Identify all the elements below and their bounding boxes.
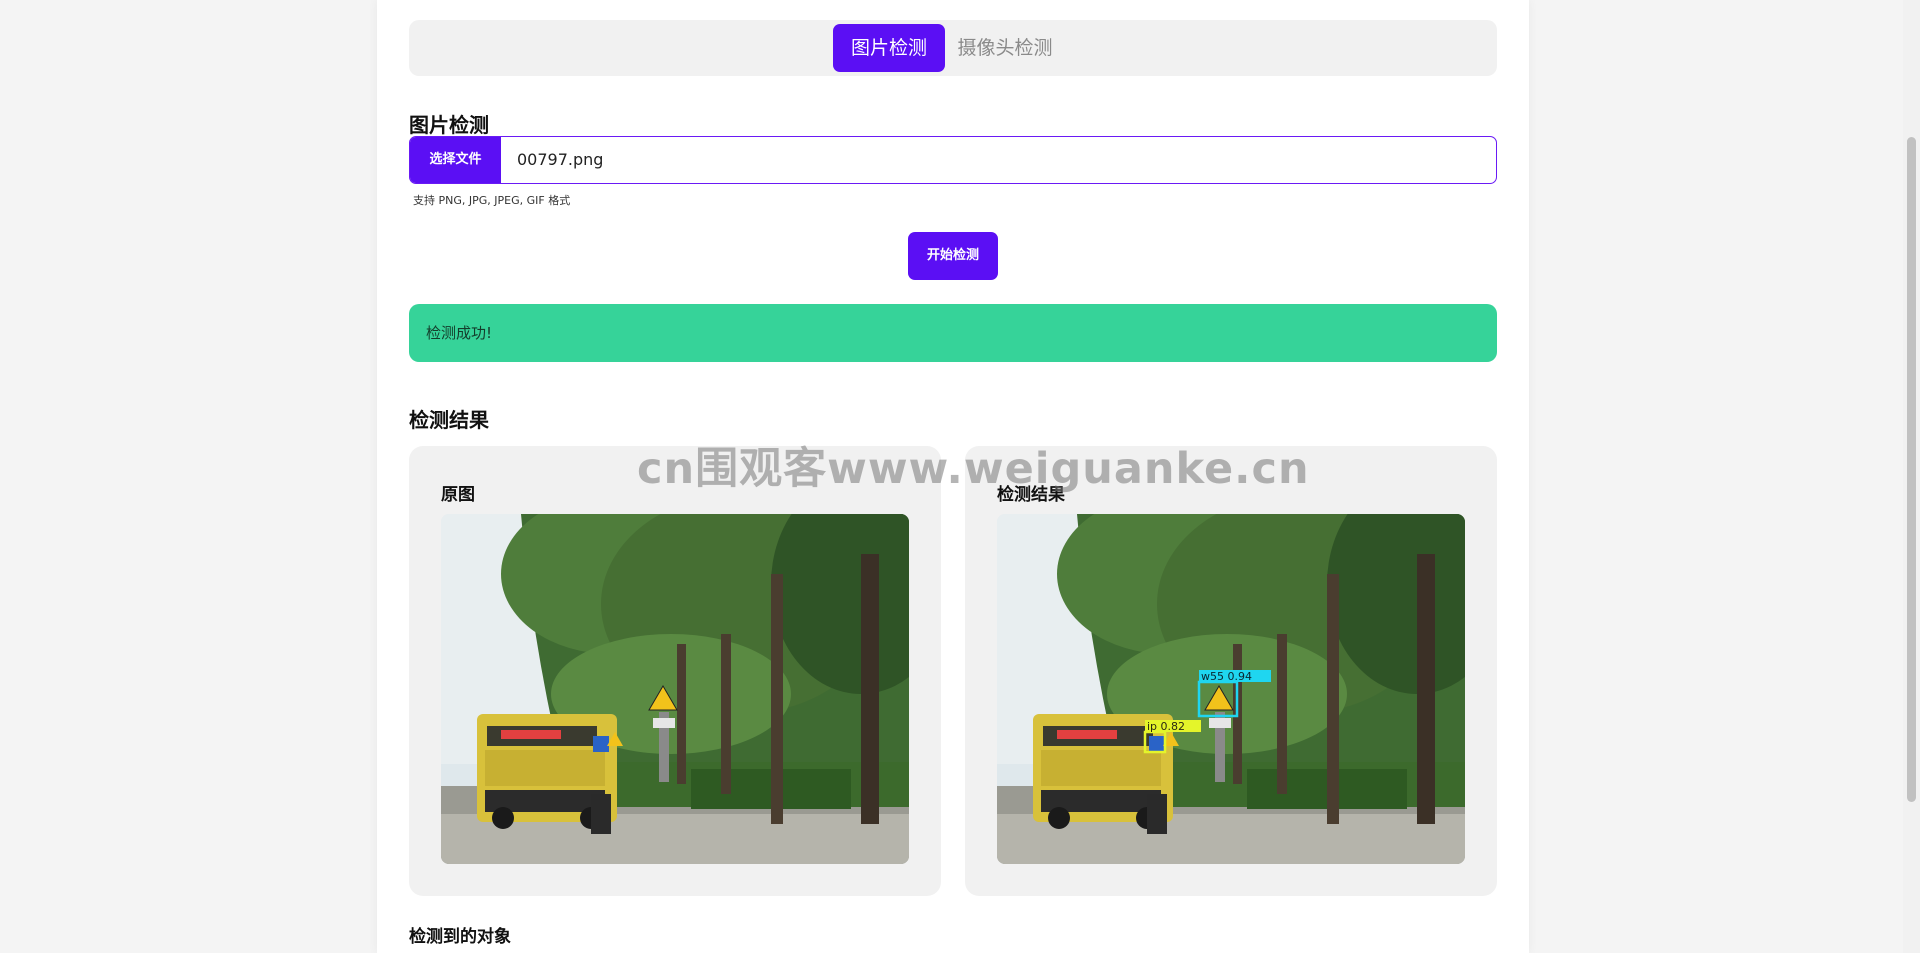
- format-hint: 支持 PNG, JPG, JPEG, GIF 格式: [413, 194, 571, 207]
- detected-objects-heading: 检测到的对象: [409, 927, 511, 947]
- mode-tabs: 图片检测 摄像头检测: [409, 20, 1497, 76]
- detection-result-image: w55 0.94 ip 0.82: [997, 514, 1465, 864]
- page-scrollbar[interactable]: [1903, 0, 1920, 953]
- tab-image-detection[interactable]: 图片检测: [833, 24, 945, 72]
- image-detection-heading: 图片检测: [409, 113, 489, 137]
- success-message: 检测成功!: [426, 324, 493, 342]
- tab-camera-detection[interactable]: 摄像头检测: [953, 24, 1057, 72]
- detection-label-ip: ip 0.82: [1147, 720, 1185, 733]
- scrollbar-thumb[interactable]: [1907, 137, 1916, 802]
- detection-label-w55: w55 0.94: [1201, 670, 1252, 683]
- choose-file-button[interactable]: 选择文件: [410, 137, 501, 183]
- watermark: cn围观客www.weiguanke.cn: [637, 444, 1310, 494]
- results-heading: 检测结果: [409, 408, 489, 432]
- original-image-card: 原图: [409, 446, 941, 896]
- detection-result-card: 检测结果 w55 0.94 ip 0.82: [965, 446, 1497, 896]
- file-input[interactable]: 选择文件 00797.png: [409, 136, 1497, 184]
- original-image: [441, 514, 909, 864]
- original-image-label: 原图: [441, 485, 475, 505]
- selected-file-name: 00797.png: [517, 150, 604, 169]
- success-alert: 检测成功!: [409, 304, 1497, 362]
- start-detection-button[interactable]: 开始检测: [908, 232, 998, 280]
